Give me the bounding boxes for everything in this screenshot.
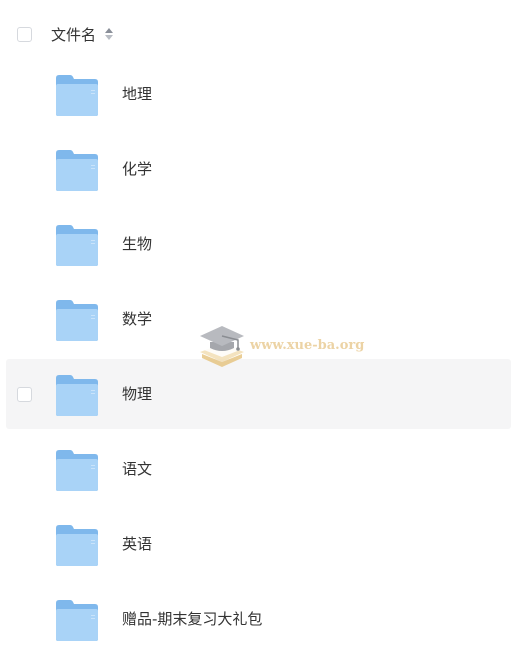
file-row[interactable]: 生物 — [6, 209, 511, 279]
row-checkbox[interactable] — [17, 387, 32, 402]
folder-icon — [56, 600, 98, 641]
folder-icon — [56, 375, 98, 416]
file-row[interactable]: 赠品-期末复习大礼包 — [6, 584, 511, 654]
folder-icon — [56, 450, 98, 491]
file-name[interactable]: 地理 — [122, 84, 152, 104]
file-name[interactable]: 物理 — [122, 384, 152, 404]
file-name[interactable]: 数学 — [122, 309, 152, 329]
filename-column-header[interactable]: 文件名 — [51, 25, 96, 45]
folder-icon — [56, 225, 98, 266]
file-row[interactable]: 化学 — [6, 134, 511, 204]
file-row[interactable]: 英语 — [6, 509, 511, 579]
file-name[interactable]: 语文 — [122, 459, 152, 479]
folder-icon — [56, 75, 98, 116]
file-name[interactable]: 化学 — [122, 159, 152, 179]
graduation-cap-icon — [200, 326, 244, 367]
folder-icon — [56, 300, 98, 341]
file-list-header: 文件名 — [0, 0, 511, 68]
file-name[interactable]: 生物 — [122, 234, 152, 254]
file-name[interactable]: 赠品-期末复习大礼包 — [122, 609, 262, 629]
folder-icon — [56, 525, 98, 566]
file-row[interactable]: 地理 — [6, 59, 511, 129]
watermark: www.xue-ba.org — [196, 322, 371, 372]
file-name[interactable]: 英语 — [122, 534, 152, 554]
file-row[interactable]: 语文 — [6, 434, 511, 504]
select-all-checkbox[interactable] — [17, 27, 32, 42]
folder-icon — [56, 150, 98, 191]
sort-up-down-icon[interactable] — [104, 27, 114, 41]
watermark-text: www.xue-ba.org — [250, 338, 365, 353]
